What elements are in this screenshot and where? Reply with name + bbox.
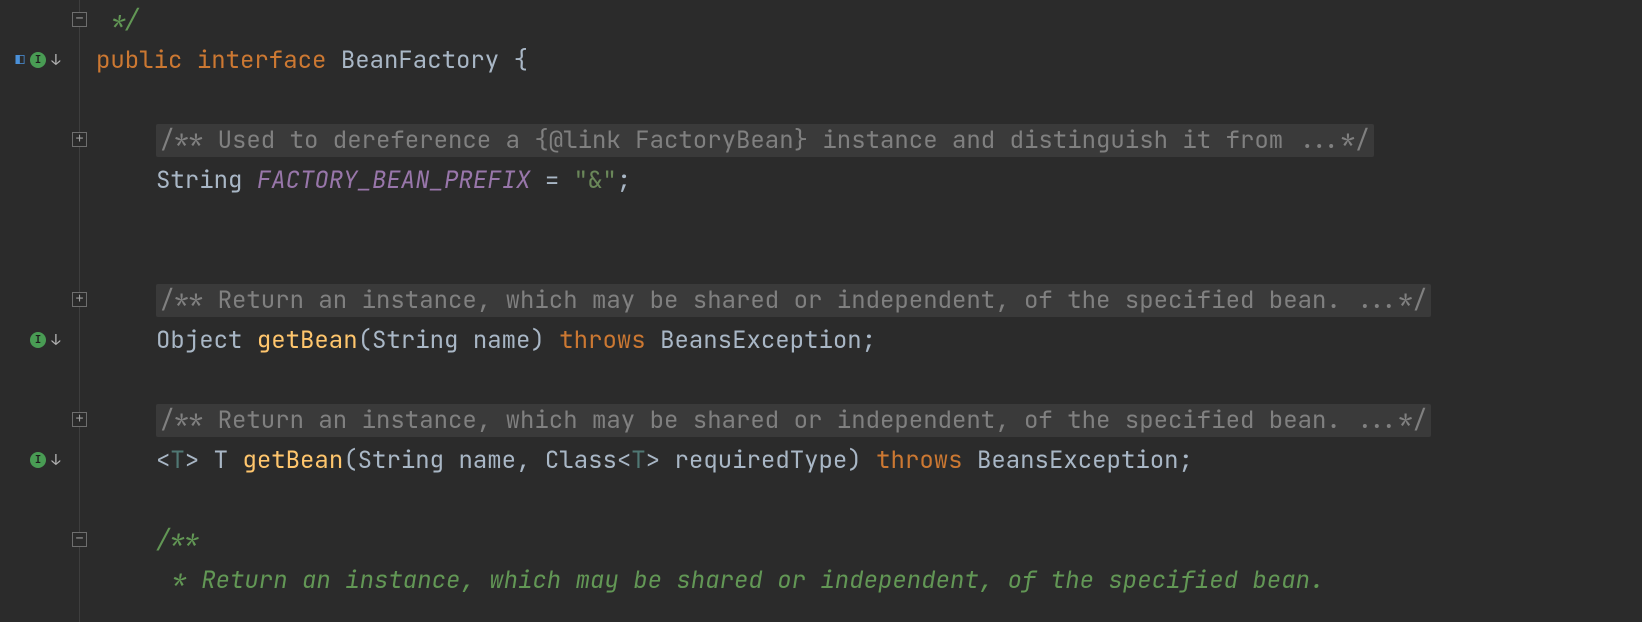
javadoc-text: * Return an instance, which may be share… xyxy=(158,565,1324,596)
type-name: Class xyxy=(545,445,617,476)
keyword: public xyxy=(96,45,197,76)
param-name: name xyxy=(458,445,516,476)
javadoc-text: /** xyxy=(156,525,199,556)
type-name: String xyxy=(372,325,473,356)
folded-javadoc[interactable]: /** Used to dereference a {@link Factory… xyxy=(156,124,1374,157)
brace: { xyxy=(499,45,528,76)
constant-name: FACTORY_BEAN_PREFIX xyxy=(257,165,531,196)
code-line[interactable]: /** Return an instance, which may be sha… xyxy=(96,280,1642,320)
arrow-down-icon[interactable]: ↓ xyxy=(48,452,64,468)
fold-handle-expand[interactable] xyxy=(72,412,87,427)
method-name: getBean xyxy=(257,325,358,356)
semicolon: ; xyxy=(617,165,631,196)
gutter-row: I ↓ xyxy=(0,320,70,360)
implemented-icon[interactable]: I xyxy=(30,332,46,348)
code-line[interactable]: public interface BeanFactory { xyxy=(96,40,1642,80)
code-line[interactable]: <T> T getBean(String name, Class<T> requ… xyxy=(96,440,1642,480)
arrow-down-icon[interactable]: ↓ xyxy=(48,332,64,348)
keyword: interface xyxy=(197,45,341,76)
type-name: Object xyxy=(156,325,257,356)
fold-handle-expand[interactable] xyxy=(72,132,87,147)
folded-javadoc[interactable]: /** Return an instance, which may be sha… xyxy=(156,284,1431,317)
paren: ) xyxy=(530,325,559,356)
string-literal: "&" xyxy=(574,165,617,196)
type-param: T xyxy=(631,445,645,476)
type-name: String xyxy=(358,445,459,476)
fold-column xyxy=(70,0,90,622)
folded-javadoc[interactable]: /** Return an instance, which may be sha… xyxy=(156,404,1431,437)
paren: ) xyxy=(847,445,876,476)
arrow-down-icon[interactable]: ↓ xyxy=(48,52,64,68)
type-name: BeansException xyxy=(660,325,862,356)
type-name: BeanFactory xyxy=(341,45,499,76)
gutter: ◧ I ↓ I ↓ I ↓ xyxy=(0,0,70,622)
method-name: getBean xyxy=(242,445,343,476)
type-name: T xyxy=(214,445,243,476)
param-name: requiredType xyxy=(675,445,848,476)
semicolon: ; xyxy=(862,325,876,356)
fold-handle-collapse[interactable] xyxy=(72,12,87,27)
code-line[interactable]: /** Used to dereference a {@link Factory… xyxy=(96,120,1642,160)
angle-bracket: > xyxy=(646,445,675,476)
structure-icon[interactable]: ◧ xyxy=(12,52,28,68)
angle-bracket: < xyxy=(617,445,631,476)
code-line[interactable]: /** xyxy=(96,520,1642,560)
paren: ( xyxy=(343,445,357,476)
code-line[interactable]: /** Return an instance, which may be sha… xyxy=(96,400,1642,440)
type-name: String xyxy=(156,165,257,196)
implemented-icon[interactable]: I xyxy=(30,52,46,68)
paren: ( xyxy=(358,325,372,356)
gutter-row: ◧ I ↓ xyxy=(0,40,70,80)
fold-handle-collapse[interactable] xyxy=(72,532,87,547)
operator: = xyxy=(530,165,573,196)
semicolon: ; xyxy=(1179,445,1193,476)
gutter-row: I ↓ xyxy=(0,440,70,480)
code-editor[interactable]: ◧ I ↓ I ↓ I ↓ */ public interface BeanFa… xyxy=(0,0,1642,622)
fold-guide-line xyxy=(79,0,80,622)
fold-handle-expand[interactable] xyxy=(72,292,87,307)
code-line[interactable]: * Return an instance, which may be share… xyxy=(96,560,1642,600)
keyword: throws xyxy=(876,445,977,476)
code-line[interactable]: Object getBean(String name) throws Beans… xyxy=(96,320,1642,360)
type-param: T xyxy=(170,445,184,476)
comma: , xyxy=(516,445,545,476)
code-line[interactable]: String FACTORY_BEAN_PREFIX = "&"; xyxy=(96,160,1642,200)
implemented-icon[interactable]: I xyxy=(30,452,46,468)
comment-text: */ xyxy=(96,5,139,36)
keyword: throws xyxy=(559,325,660,356)
param-name: name xyxy=(473,325,531,356)
angle-bracket: < xyxy=(156,445,170,476)
type-name: BeansException xyxy=(977,445,1179,476)
code-area[interactable]: */ public interface BeanFactory { /** Us… xyxy=(90,0,1642,622)
angle-bracket: > xyxy=(185,445,214,476)
code-line[interactable]: */ xyxy=(96,0,1642,40)
